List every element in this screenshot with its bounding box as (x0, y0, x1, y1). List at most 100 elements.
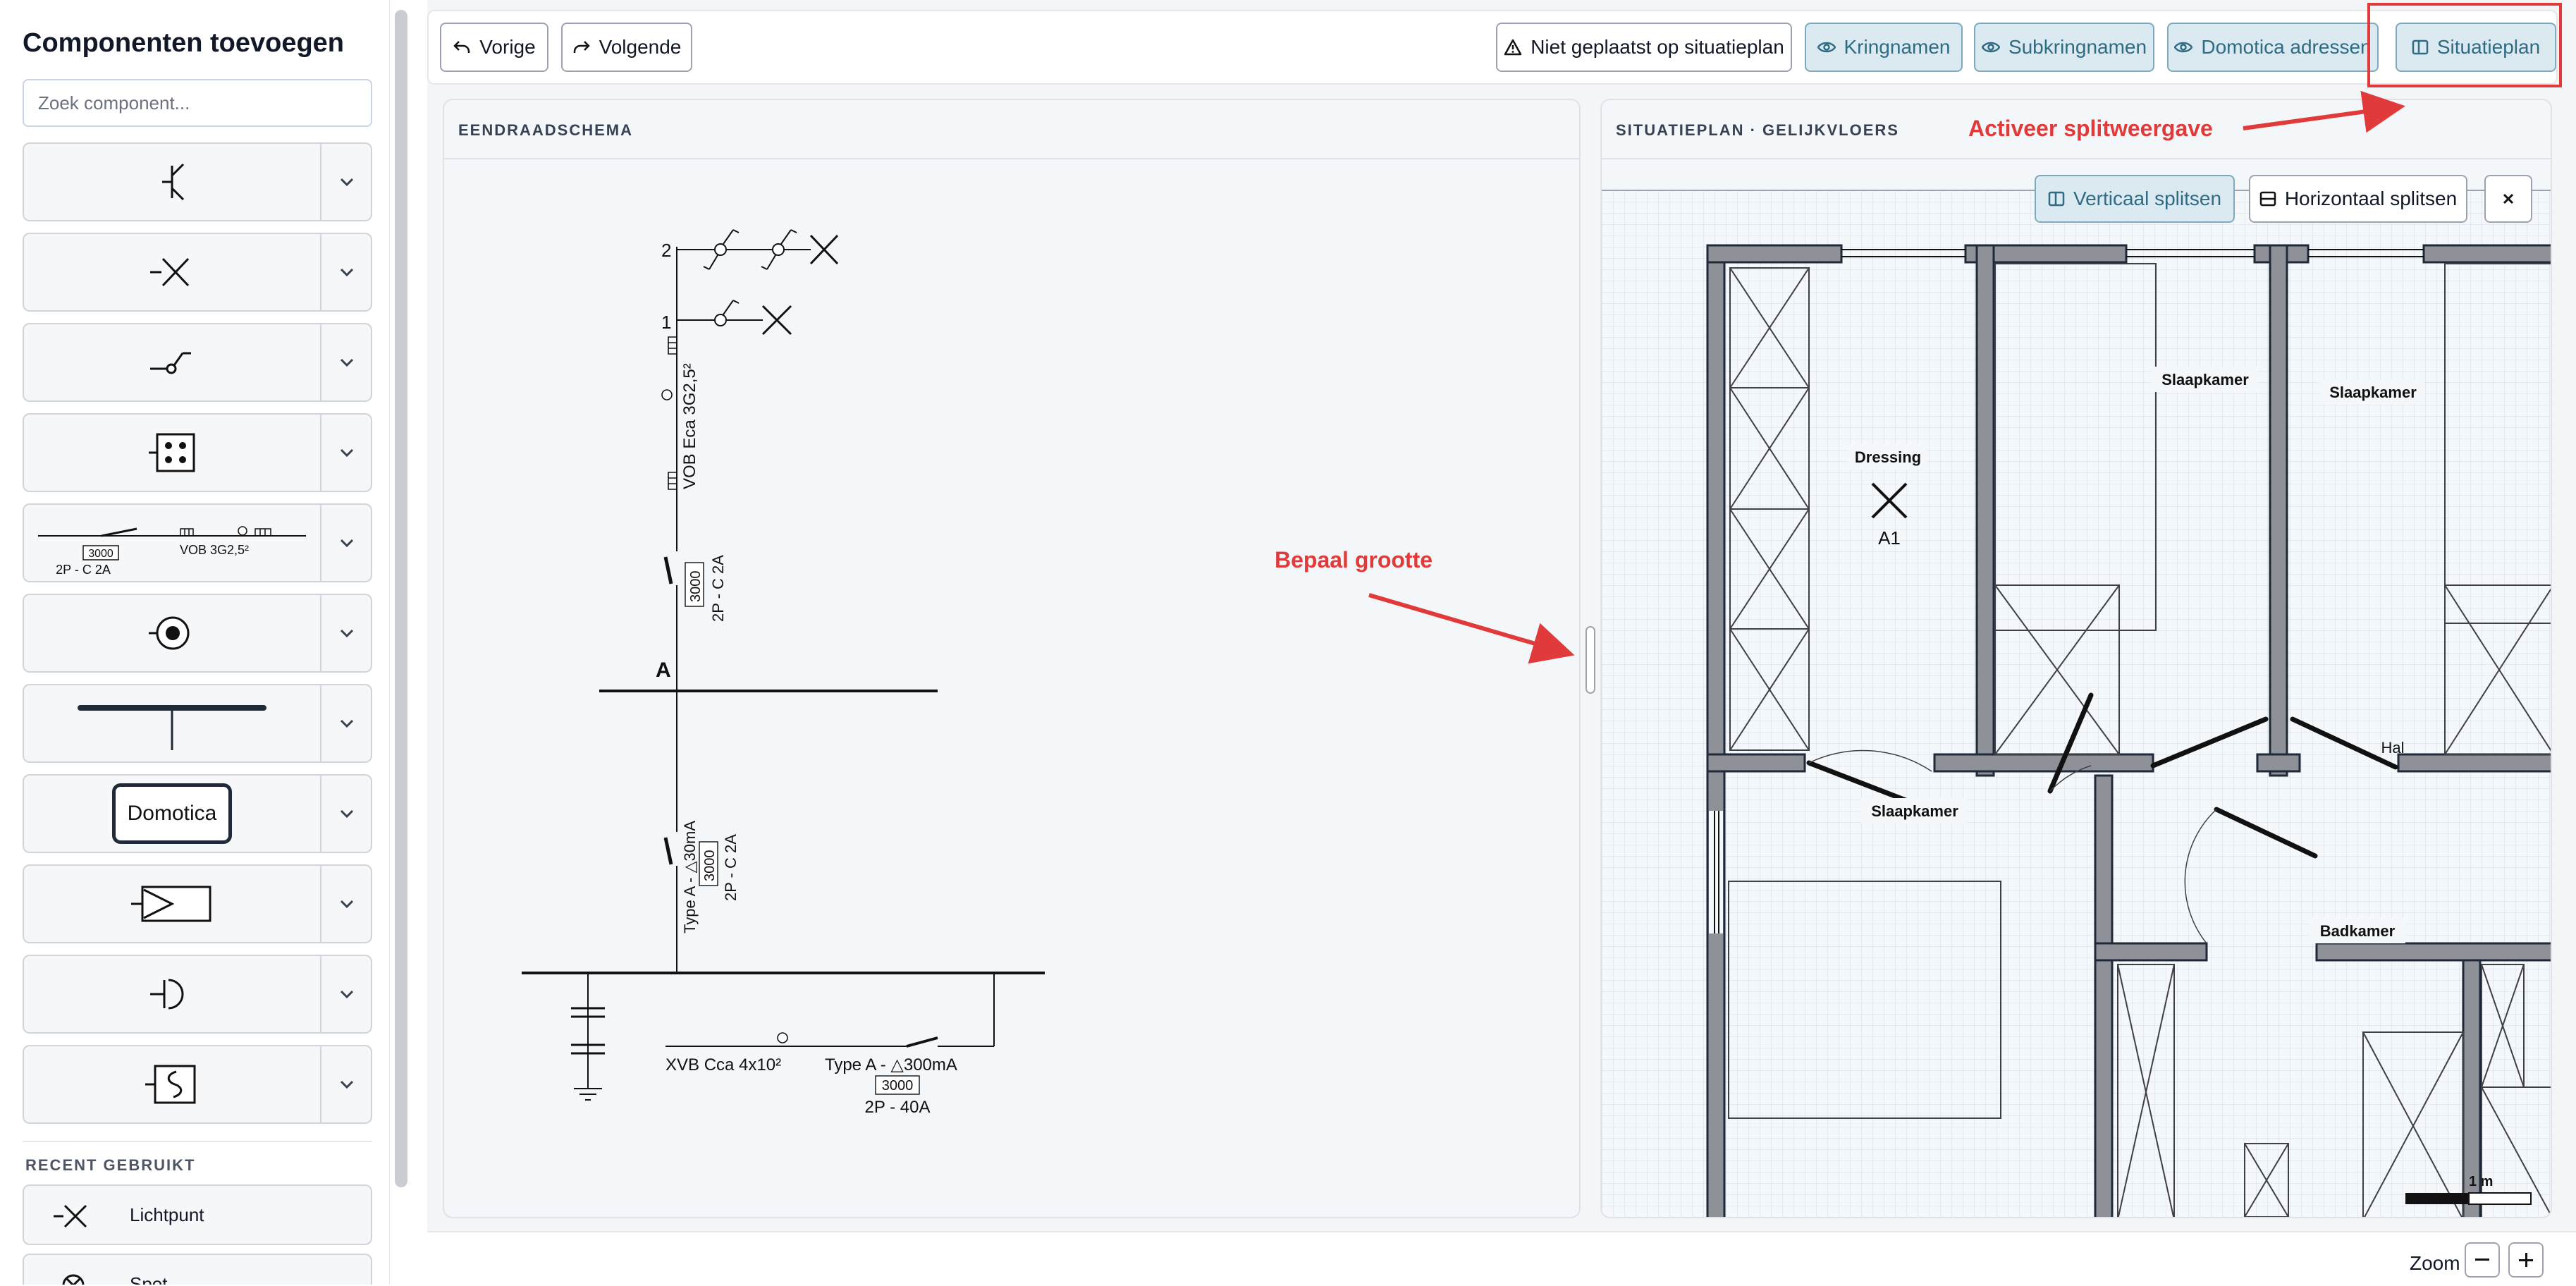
chevron-down-icon[interactable] (323, 144, 371, 220)
recent-item-label: Spot (130, 1273, 168, 1285)
chevron-down-icon[interactable] (323, 505, 371, 581)
annotation-resize: Bepaal grootte (1275, 547, 1433, 572)
annotation-split-view: Activeer splitweergave (1968, 116, 2213, 141)
warning-icon (1504, 39, 1522, 56)
eye-icon (1981, 42, 2000, 53)
recent-item-lichtpunt[interactable]: Lichtpunt (23, 1184, 372, 1245)
recent-item-label: Lichtpunt (130, 1204, 204, 1225)
row-1-label: 1 (661, 312, 671, 333)
undo-icon (453, 41, 470, 53)
split-vertical-label: Verticaal splitsen (2073, 188, 2222, 209)
component-domotica[interactable]: Domotica (23, 774, 372, 853)
room-dressing: Dressing (1855, 448, 1921, 466)
circuit-names-label: Kringnamen (1844, 36, 1951, 58)
redo-button[interactable]: Volgende (561, 23, 692, 72)
light-id-label: A1 (1878, 527, 1901, 549)
component-search-input[interactable] (23, 79, 372, 127)
room-slaapkamer-2: Slaapkamer (2329, 384, 2417, 401)
component-breaker-text: 2P - C 2A (56, 563, 111, 577)
close-split-button[interactable] (2484, 175, 2532, 223)
heater-icon (24, 1046, 320, 1122)
toolbar: Vorige Volgende Niet geplaatst op situat… (427, 10, 2558, 85)
subcircuit-names-label: Subkringnamen (2008, 36, 2147, 58)
chevron-down-icon[interactable] (323, 415, 371, 491)
light-point-icon (24, 234, 320, 310)
circuit-names-toggle[interactable]: Kringnamen (1805, 23, 1963, 72)
chevron-down-icon[interactable] (323, 1046, 371, 1122)
play-box-icon (24, 866, 320, 942)
sidebar-title: Componenten toevoegen (23, 28, 345, 58)
zoom-out-button[interactable] (2465, 1242, 2500, 1278)
component-sidebar: Componenten toevoegen Zoek component... … (0, 0, 390, 1285)
split-horizontal-button[interactable]: Horizontaal splitsen (2249, 175, 2467, 223)
component-target-socket[interactable] (23, 594, 372, 673)
main-rcd-label: Type A - △300mA (825, 1055, 957, 1074)
subcircuit-names-toggle[interactable]: Subkringnamen (1974, 23, 2154, 72)
zoom-in-button[interactable] (2508, 1242, 2544, 1278)
component-socket-switch[interactable] (23, 142, 372, 221)
room-slaapkamer-3: Slaapkamer (1871, 802, 1958, 820)
switch-icon (24, 324, 320, 400)
component-light-point[interactable] (23, 233, 372, 312)
undo-button[interactable]: Vorige (440, 23, 548, 72)
recent-heading: RECENT GEBRUIKT (25, 1156, 196, 1174)
undo-label: Vorige (479, 36, 536, 58)
component-bell[interactable] (23, 955, 372, 1034)
plus-icon (2519, 1253, 2533, 1267)
single-line-diagram-panel: EENDRAADSCHEMA 2 1 VOB Eca 3G2,5² 3000 2… (443, 99, 1581, 1218)
sidebar-scrollbar[interactable] (395, 10, 407, 1187)
target-socket-icon (24, 595, 320, 671)
scale-label: 1 m (2469, 1174, 2493, 1189)
floor-plan-panel: SITUATIEPLAN · GELIJKVLOERS Dressing A1 … (1600, 99, 2552, 1218)
row-2-label: 2 (661, 240, 671, 261)
room-badkamer: Badkamer (2320, 922, 2396, 940)
busbar-icon (24, 685, 320, 761)
component-heater[interactable] (23, 1045, 372, 1124)
zoom-label: Zoom (2410, 1252, 2460, 1274)
split-resize-handle[interactable] (1586, 626, 1595, 694)
split-horizontal-label: Horizontaal splitsen (2284, 188, 2458, 209)
four-point-socket-icon (24, 415, 320, 491)
split-vertical-button[interactable]: Verticaal splitsen (2035, 175, 2235, 223)
component-circuit-line[interactable]: 3000 2P - C 2A VOB 3G2,5² (23, 503, 372, 582)
domotica-addresses-toggle[interactable]: Domotica adressen (2167, 23, 2379, 72)
component-switch[interactable] (23, 323, 372, 402)
split-horizontal-icon (2259, 191, 2276, 207)
mid-rating-label: 3000 (702, 850, 718, 882)
rcd-label: Type A - △30mA (681, 821, 699, 933)
main-breaker-label: 2P - 40A (865, 1098, 931, 1117)
recent-item-spot[interactable]: Spot (23, 1254, 372, 1285)
chevron-down-icon[interactable] (323, 866, 371, 942)
room-slaapkamer-1: Slaapkamer (2161, 371, 2249, 388)
chevron-down-icon[interactable] (323, 776, 371, 852)
chevron-down-icon[interactable] (323, 595, 371, 671)
domotica-addresses-label: Domotica adressen (2201, 36, 2372, 58)
eye-icon (2174, 42, 2193, 53)
chevron-down-icon[interactable] (323, 324, 371, 400)
domotica-module-icon: Domotica (24, 776, 320, 852)
upper-cable-label: VOB Eca 3G2,5² (680, 363, 699, 489)
floor-plan[interactable]: Dressing A1 Slaapkamer Slaapkamer Hal Sl… (1602, 100, 2552, 1218)
chevron-down-icon[interactable] (323, 685, 371, 761)
mid-breaker-label: 2P - C 2A (722, 834, 740, 901)
upper-rating-label: 3000 (688, 571, 704, 603)
room-hal: Hal (2381, 739, 2404, 757)
domotica-label: Domotica (112, 783, 232, 844)
split-vertical-icon (2048, 191, 2065, 207)
chevron-down-icon[interactable] (323, 234, 371, 310)
chevron-down-icon[interactable] (323, 956, 371, 1032)
minus-icon (2475, 1259, 2489, 1261)
single-line-diagram[interactable]: 2 1 VOB Eca 3G2,5² 3000 2P - C 2A A Type… (444, 100, 1581, 1218)
component-socket-4[interactable] (23, 413, 372, 492)
spot-icon (52, 1268, 94, 1285)
component-play-box[interactable] (23, 864, 372, 943)
socket-switch-icon (24, 144, 320, 220)
eye-icon (1817, 42, 1836, 53)
lower-cable-label: XVB Cca 4x10² (666, 1055, 781, 1074)
upper-breaker-label: 2P - C 2A (709, 555, 727, 622)
main-rating-label: 3000 (882, 1078, 914, 1094)
app-window: Componenten toevoegen Zoek component... … (0, 0, 2576, 1286)
close-icon (2503, 193, 2514, 204)
not-placed-button[interactable]: Niet geplaatst op situatieplan (1496, 23, 1792, 72)
component-busbar[interactable] (23, 684, 372, 763)
